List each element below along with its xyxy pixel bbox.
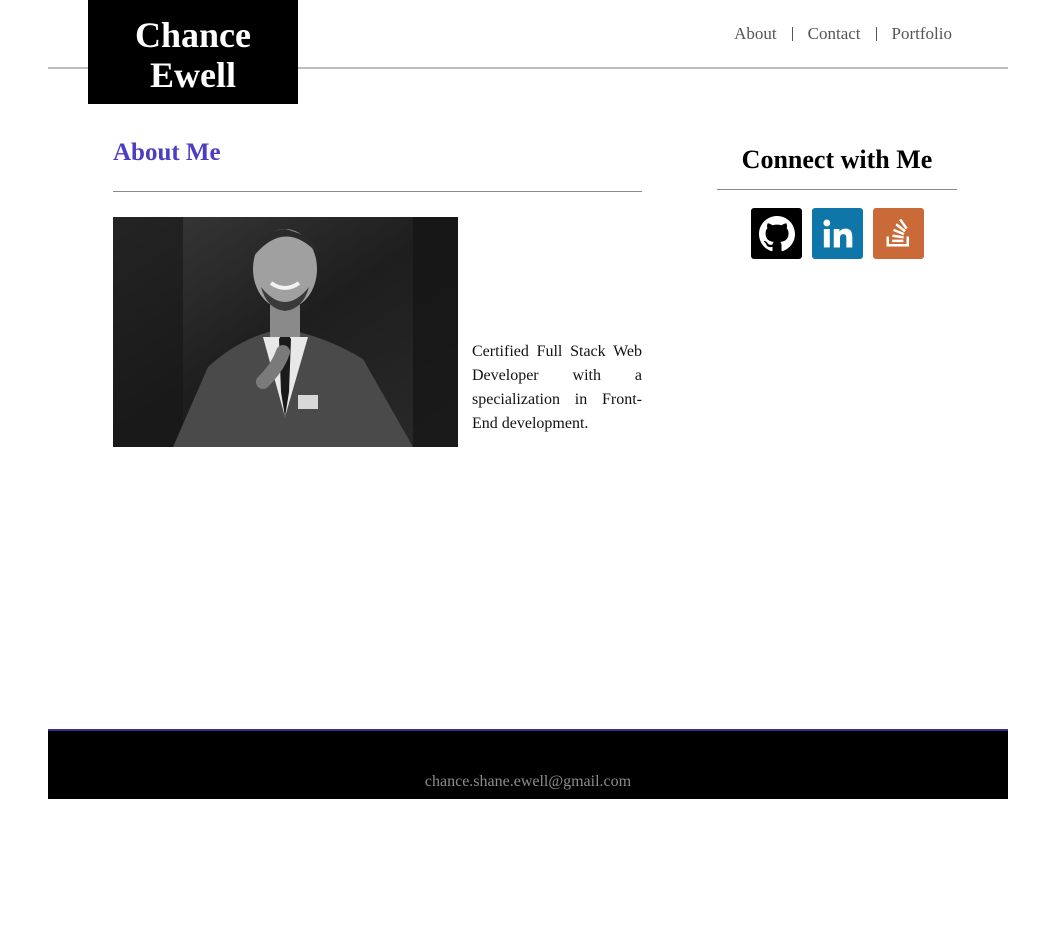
nav-about-link[interactable]: About (734, 24, 777, 44)
footer-email[interactable]: chance.shane.ewell@gmail.com (48, 773, 1008, 791)
linkedin-icon (822, 219, 852, 247)
about-divider (113, 191, 642, 192)
social-links (751, 208, 924, 259)
nav-separator (791, 27, 793, 41)
bio-text: Certified Full Stack Web Developer with … (472, 343, 642, 432)
connect-divider (717, 189, 957, 190)
main-nav: About Contact Portfolio (734, 24, 952, 44)
stackoverflow-link[interactable] (873, 208, 924, 259)
logo-first-name: Chance (135, 15, 251, 55)
stackoverflow-icon (886, 218, 909, 246)
nav-separator (875, 27, 877, 41)
about-heading: About Me (113, 139, 221, 166)
linkedin-link[interactable] (812, 208, 863, 259)
connect-heading: Connect with Me (741, 145, 933, 174)
nav-portfolio-link[interactable]: Portfolio (892, 24, 952, 44)
github-icon (758, 215, 795, 251)
site-footer: chance.shane.ewell@gmail.com (48, 729, 1008, 799)
nav-contact-link[interactable]: Contact (808, 24, 861, 44)
github-link[interactable] (751, 208, 802, 259)
site-logo[interactable]: Chance Ewell (88, 0, 298, 104)
profile-photo (113, 217, 458, 447)
logo-last-name: Ewell (150, 55, 236, 95)
